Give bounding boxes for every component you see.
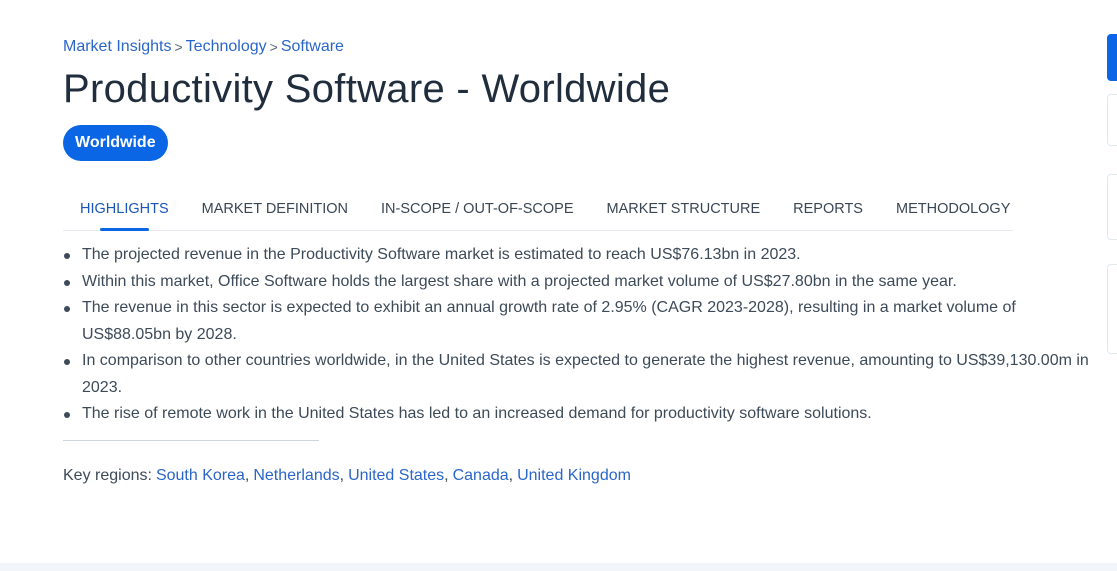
region-separator: ,: [244, 466, 250, 484]
region-separator: ,: [339, 466, 345, 484]
tab-reports[interactable]: REPORTS: [793, 195, 863, 230]
main-content: Market Insights > Technology > Software …: [63, 36, 1093, 485]
tab-highlights[interactable]: HIGHLIGHTS: [80, 195, 169, 231]
side-panel-tab[interactable]: [1107, 174, 1117, 240]
divider: [63, 439, 319, 441]
breadcrumb: Market Insights > Technology > Software: [63, 36, 1093, 58]
region-link-south-korea[interactable]: South Korea: [156, 467, 245, 485]
page: Market Insights > Technology > Software …: [0, 0, 1117, 571]
tab-methodology[interactable]: METHODOLOGY: [896, 195, 1010, 230]
region-link-canada[interactable]: Canada: [453, 467, 509, 485]
key-regions: Key regions: South Korea , Netherlands ,…: [63, 467, 1093, 485]
breadcrumb-technology[interactable]: Technology: [186, 38, 267, 56]
highlight-item: The projected revenue in the Productivit…: [63, 242, 1093, 269]
highlight-item: The revenue in this sector is expected t…: [63, 295, 1093, 348]
region-link-united-states[interactable]: United States: [348, 467, 444, 485]
tab-bar: HIGHLIGHTS MARKET DEFINITION IN-SCOPE / …: [63, 195, 1013, 231]
region-separator: ,: [508, 466, 514, 484]
breadcrumb-separator: >: [269, 39, 278, 55]
tab-in-scope-out-of-scope[interactable]: IN-SCOPE / OUT-OF-SCOPE: [381, 195, 574, 230]
side-panel-tab[interactable]: [1107, 264, 1117, 354]
tab-market-definition[interactable]: MARKET DEFINITION: [202, 195, 348, 230]
region-link-united-kingdom[interactable]: United Kingdom: [517, 467, 631, 485]
breadcrumb-software[interactable]: Software: [281, 38, 344, 56]
key-regions-label: Key regions:: [63, 466, 152, 484]
highlight-item: In comparison to other countries worldwi…: [63, 348, 1093, 401]
highlight-item: The rise of remote work in the United St…: [63, 401, 1093, 428]
side-panel-tab-active[interactable]: [1107, 34, 1117, 81]
footer-strip: [0, 563, 1117, 571]
breadcrumb-market-insights[interactable]: Market Insights: [63, 38, 171, 56]
tab-market-structure[interactable]: MARKET STRUCTURE: [607, 195, 761, 230]
breadcrumb-separator: >: [174, 39, 183, 55]
side-panel-tab[interactable]: [1107, 94, 1117, 146]
region-separator: ,: [444, 466, 449, 484]
region-link-netherlands[interactable]: Netherlands: [253, 467, 339, 485]
region-pill-worldwide[interactable]: Worldwide: [63, 125, 168, 161]
highlights-list: The projected revenue in the Productivit…: [63, 242, 1093, 428]
highlight-item: Within this market, Office Software hold…: [63, 269, 1093, 296]
page-title: Productivity Software - Worldwide: [63, 67, 671, 111]
